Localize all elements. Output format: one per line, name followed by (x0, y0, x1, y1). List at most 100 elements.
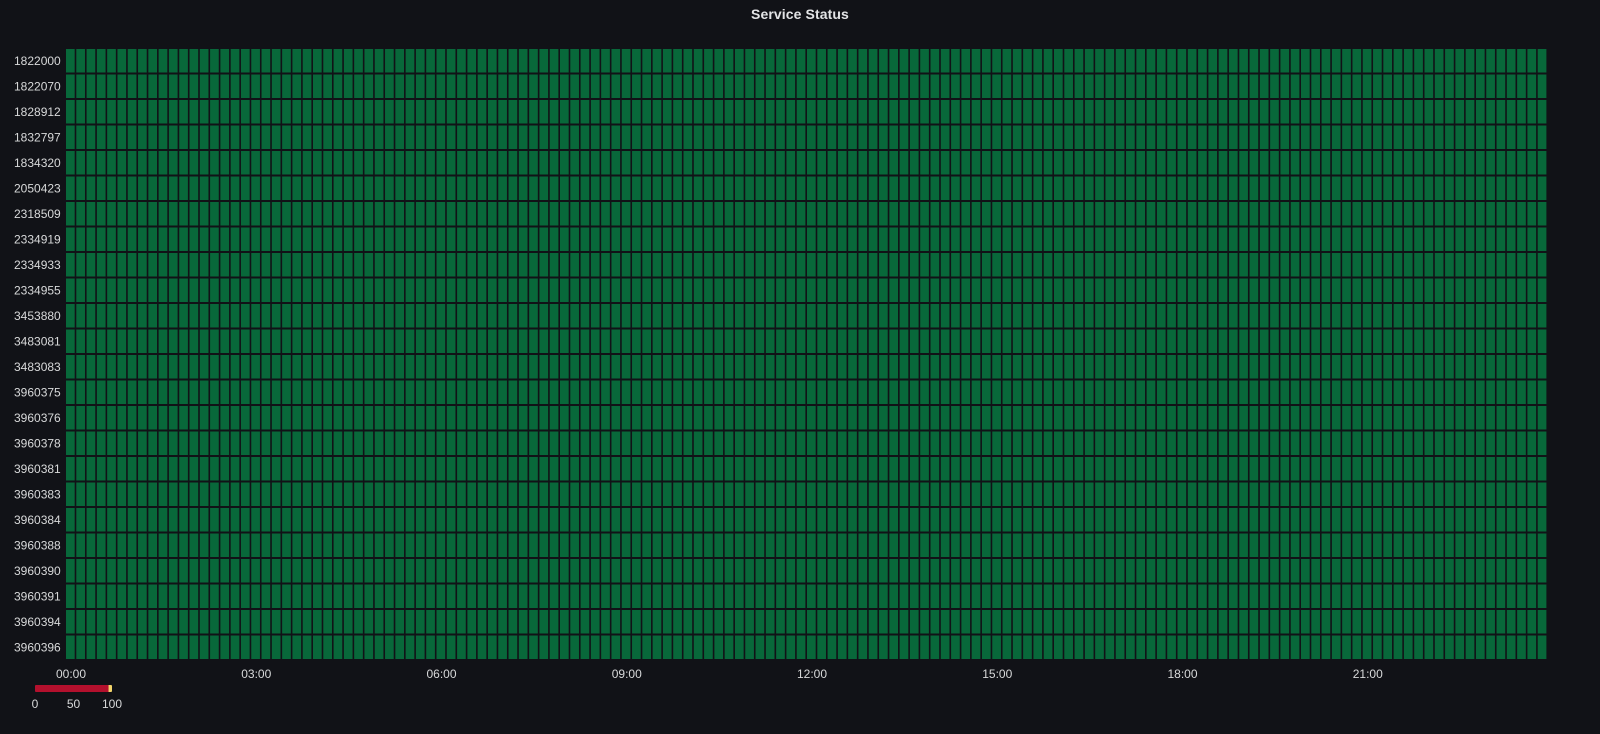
status-cell[interactable] (1084, 151, 1094, 175)
status-cell[interactable] (1054, 457, 1063, 481)
status-cell[interactable] (1156, 125, 1166, 150)
status-cell[interactable] (1445, 49, 1454, 73)
status-cell[interactable] (210, 380, 219, 405)
status-cell[interactable] (1362, 151, 1372, 175)
status-cell[interactable] (107, 202, 116, 226)
status-cell[interactable] (518, 635, 528, 660)
status-cell[interactable] (1445, 457, 1454, 481)
status-cell[interactable] (189, 125, 199, 150)
status-cell[interactable] (1486, 584, 1495, 609)
status-cell[interactable] (858, 278, 868, 303)
status-cell[interactable] (1506, 482, 1516, 507)
status-cell[interactable] (683, 49, 693, 73)
status-cell[interactable] (981, 304, 991, 328)
status-cell[interactable] (1486, 533, 1495, 558)
status-cell[interactable] (477, 635, 487, 660)
status-cell[interactable] (827, 610, 837, 634)
status-cell[interactable] (302, 253, 312, 277)
status-cell[interactable] (1290, 457, 1300, 481)
status-cell[interactable] (1331, 482, 1341, 507)
status-cell[interactable] (1136, 278, 1146, 303)
status-cell[interactable] (508, 635, 518, 660)
status-cell[interactable] (683, 125, 693, 150)
status-cell[interactable] (1187, 610, 1197, 634)
status-cell[interactable] (601, 533, 610, 558)
status-cell[interactable] (920, 100, 929, 124)
status-cell[interactable] (632, 508, 641, 532)
status-cell[interactable] (426, 100, 435, 124)
status-cell[interactable] (765, 431, 775, 456)
status-cell[interactable] (652, 584, 662, 609)
status-cell[interactable] (313, 304, 322, 328)
status-cell[interactable] (951, 49, 960, 73)
status-cell[interactable] (1270, 406, 1279, 430)
status-cell[interactable] (251, 151, 260, 175)
status-cell[interactable] (1054, 202, 1063, 226)
status-cell[interactable] (1393, 559, 1403, 583)
status-cell[interactable] (755, 125, 765, 150)
status-cell[interactable] (858, 176, 868, 201)
status-cell[interactable] (107, 355, 116, 379)
status-cell[interactable] (1259, 227, 1269, 252)
status-cell[interactable] (107, 278, 116, 303)
status-cell[interactable] (560, 202, 569, 226)
status-cell[interactable] (457, 482, 466, 507)
status-cell[interactable] (837, 253, 847, 277)
status-cell[interactable] (436, 380, 446, 405)
status-cell[interactable] (1424, 253, 1434, 277)
status-cell[interactable] (1270, 202, 1279, 226)
status-cell[interactable] (837, 151, 847, 175)
status-cell[interactable] (899, 100, 909, 124)
status-cell[interactable] (313, 610, 322, 634)
status-cell[interactable] (1136, 457, 1146, 481)
status-cell[interactable] (1414, 74, 1423, 99)
status-cell[interactable] (395, 559, 405, 583)
status-cell[interactable] (436, 253, 446, 277)
status-cell[interactable] (1403, 176, 1413, 201)
status-cell[interactable] (251, 406, 260, 430)
status-cell[interactable] (1259, 74, 1269, 99)
status-cell[interactable] (693, 176, 703, 201)
status-cell[interactable] (632, 559, 641, 583)
status-cell[interactable] (127, 329, 137, 354)
status-cell[interactable] (1434, 533, 1444, 558)
status-cell[interactable] (1424, 355, 1434, 379)
status-cell[interactable] (1311, 482, 1320, 507)
status-cell[interactable] (1012, 533, 1022, 558)
status-cell[interactable] (879, 176, 888, 201)
status-cell[interactable] (1527, 508, 1537, 532)
status-cell[interactable] (560, 151, 569, 175)
status-cell[interactable] (292, 100, 302, 124)
status-cell[interactable] (168, 227, 178, 252)
status-cell[interactable] (1054, 610, 1063, 634)
status-cell[interactable] (96, 278, 106, 303)
status-cell[interactable] (107, 227, 116, 252)
status-cell[interactable] (1393, 482, 1403, 507)
status-cell[interactable] (1023, 100, 1032, 124)
status-cell[interactable] (313, 635, 322, 660)
status-cell[interactable] (817, 406, 826, 430)
status-cell[interactable] (1496, 355, 1506, 379)
status-cell[interactable] (632, 584, 641, 609)
status-cell[interactable] (1373, 100, 1382, 124)
status-cell[interactable] (1280, 278, 1290, 303)
status-cell[interactable] (477, 355, 487, 379)
status-cell[interactable] (1095, 584, 1104, 609)
status-cell[interactable] (518, 151, 528, 175)
status-cell[interactable] (971, 100, 981, 124)
status-cell[interactable] (704, 227, 713, 252)
status-cell[interactable] (343, 253, 353, 277)
status-cell[interactable] (1126, 125, 1135, 150)
status-cell[interactable] (1434, 100, 1444, 124)
status-cell[interactable] (621, 584, 631, 609)
status-cell[interactable] (1084, 380, 1094, 405)
status-cell[interactable] (693, 74, 703, 99)
status-cell[interactable] (1218, 406, 1228, 430)
status-cell[interactable] (1146, 406, 1156, 430)
status-cell[interactable] (539, 253, 549, 277)
status-cell[interactable] (86, 508, 96, 532)
status-cell[interactable] (446, 406, 456, 430)
status-cell[interactable] (426, 508, 435, 532)
status-cell[interactable] (302, 635, 312, 660)
status-cell[interactable] (1012, 74, 1022, 99)
